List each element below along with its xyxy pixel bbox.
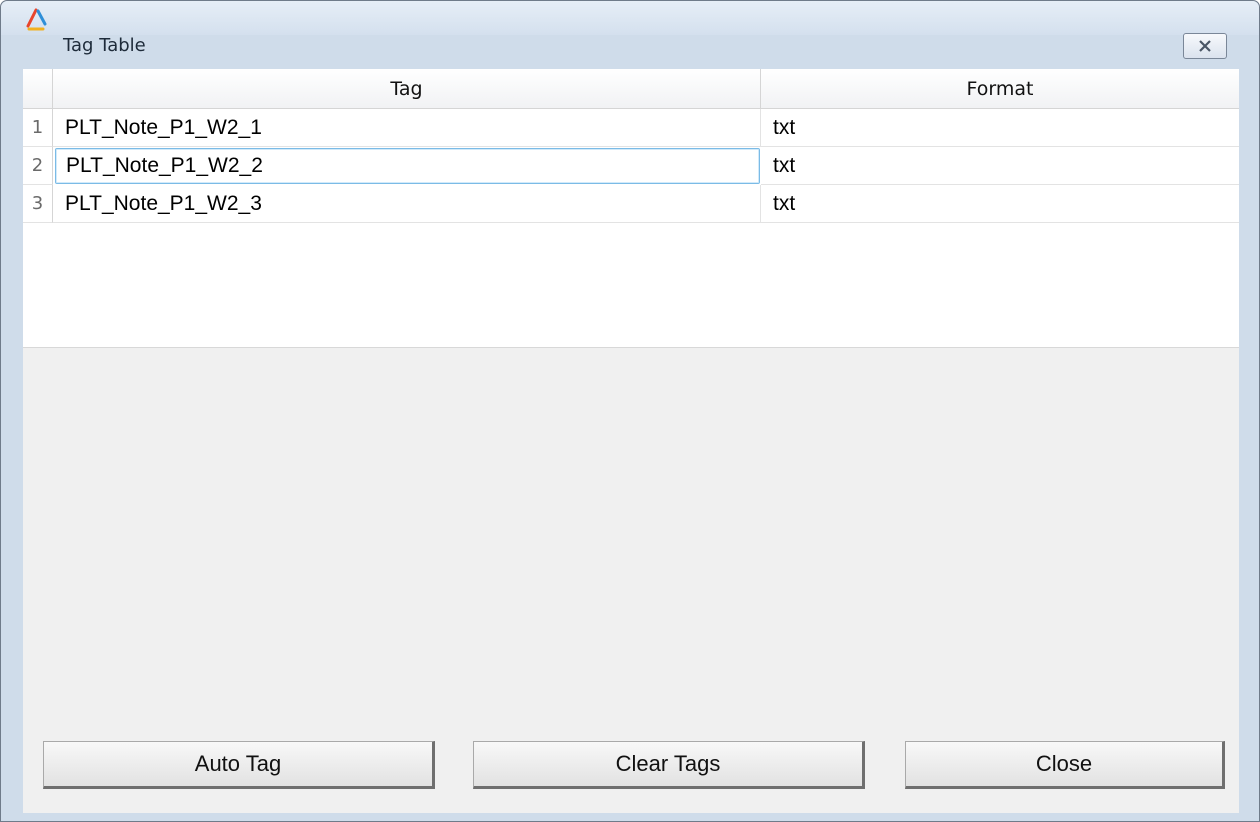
- close-window-button[interactable]: [1183, 33, 1227, 59]
- table-row[interactable]: 3 PLT_Note_P1_W2_3 txt: [23, 185, 1239, 223]
- tag-table: Tag Format 1 PLT_Note_P1_W2_1 txt 2 PLT_…: [23, 69, 1239, 348]
- tag-cell[interactable]: PLT_Note_P1_W2_3: [53, 185, 761, 223]
- tag-cell-selected[interactable]: PLT_Note_P1_W2_2: [55, 148, 760, 184]
- clear-tags-button[interactable]: Clear Tags: [473, 741, 865, 789]
- format-cell[interactable]: txt: [761, 109, 1239, 147]
- title-bar[interactable]: [1, 1, 1259, 35]
- row-number[interactable]: 3: [23, 185, 53, 223]
- row-number[interactable]: 1: [23, 109, 53, 147]
- format-cell[interactable]: txt: [761, 185, 1239, 223]
- app-logo-icon: [26, 8, 47, 31]
- column-header-tag[interactable]: Tag: [53, 69, 761, 109]
- auto-tag-button[interactable]: Auto Tag: [43, 741, 435, 789]
- column-header-format[interactable]: Format: [761, 69, 1239, 109]
- tag-cell[interactable]: PLT_Note_P1_W2_1: [53, 109, 761, 147]
- dialog-body: Tag Format 1 PLT_Note_P1_W2_1 txt 2 PLT_…: [23, 69, 1239, 813]
- table-row[interactable]: 1 PLT_Note_P1_W2_1 txt: [23, 109, 1239, 147]
- window-title: Tag Table: [63, 35, 146, 56]
- table-row[interactable]: 2 PLT_Note_P1_W2_2 txt: [23, 147, 1239, 185]
- row-number[interactable]: 2: [23, 147, 53, 185]
- tag-table-window: Tag Table Tag Format 1 PLT_Note_P1_W2_1 …: [0, 0, 1260, 822]
- format-cell[interactable]: txt: [761, 147, 1239, 185]
- table-corner-header[interactable]: [23, 69, 53, 109]
- close-button[interactable]: Close: [905, 741, 1225, 789]
- close-icon: [1199, 40, 1211, 52]
